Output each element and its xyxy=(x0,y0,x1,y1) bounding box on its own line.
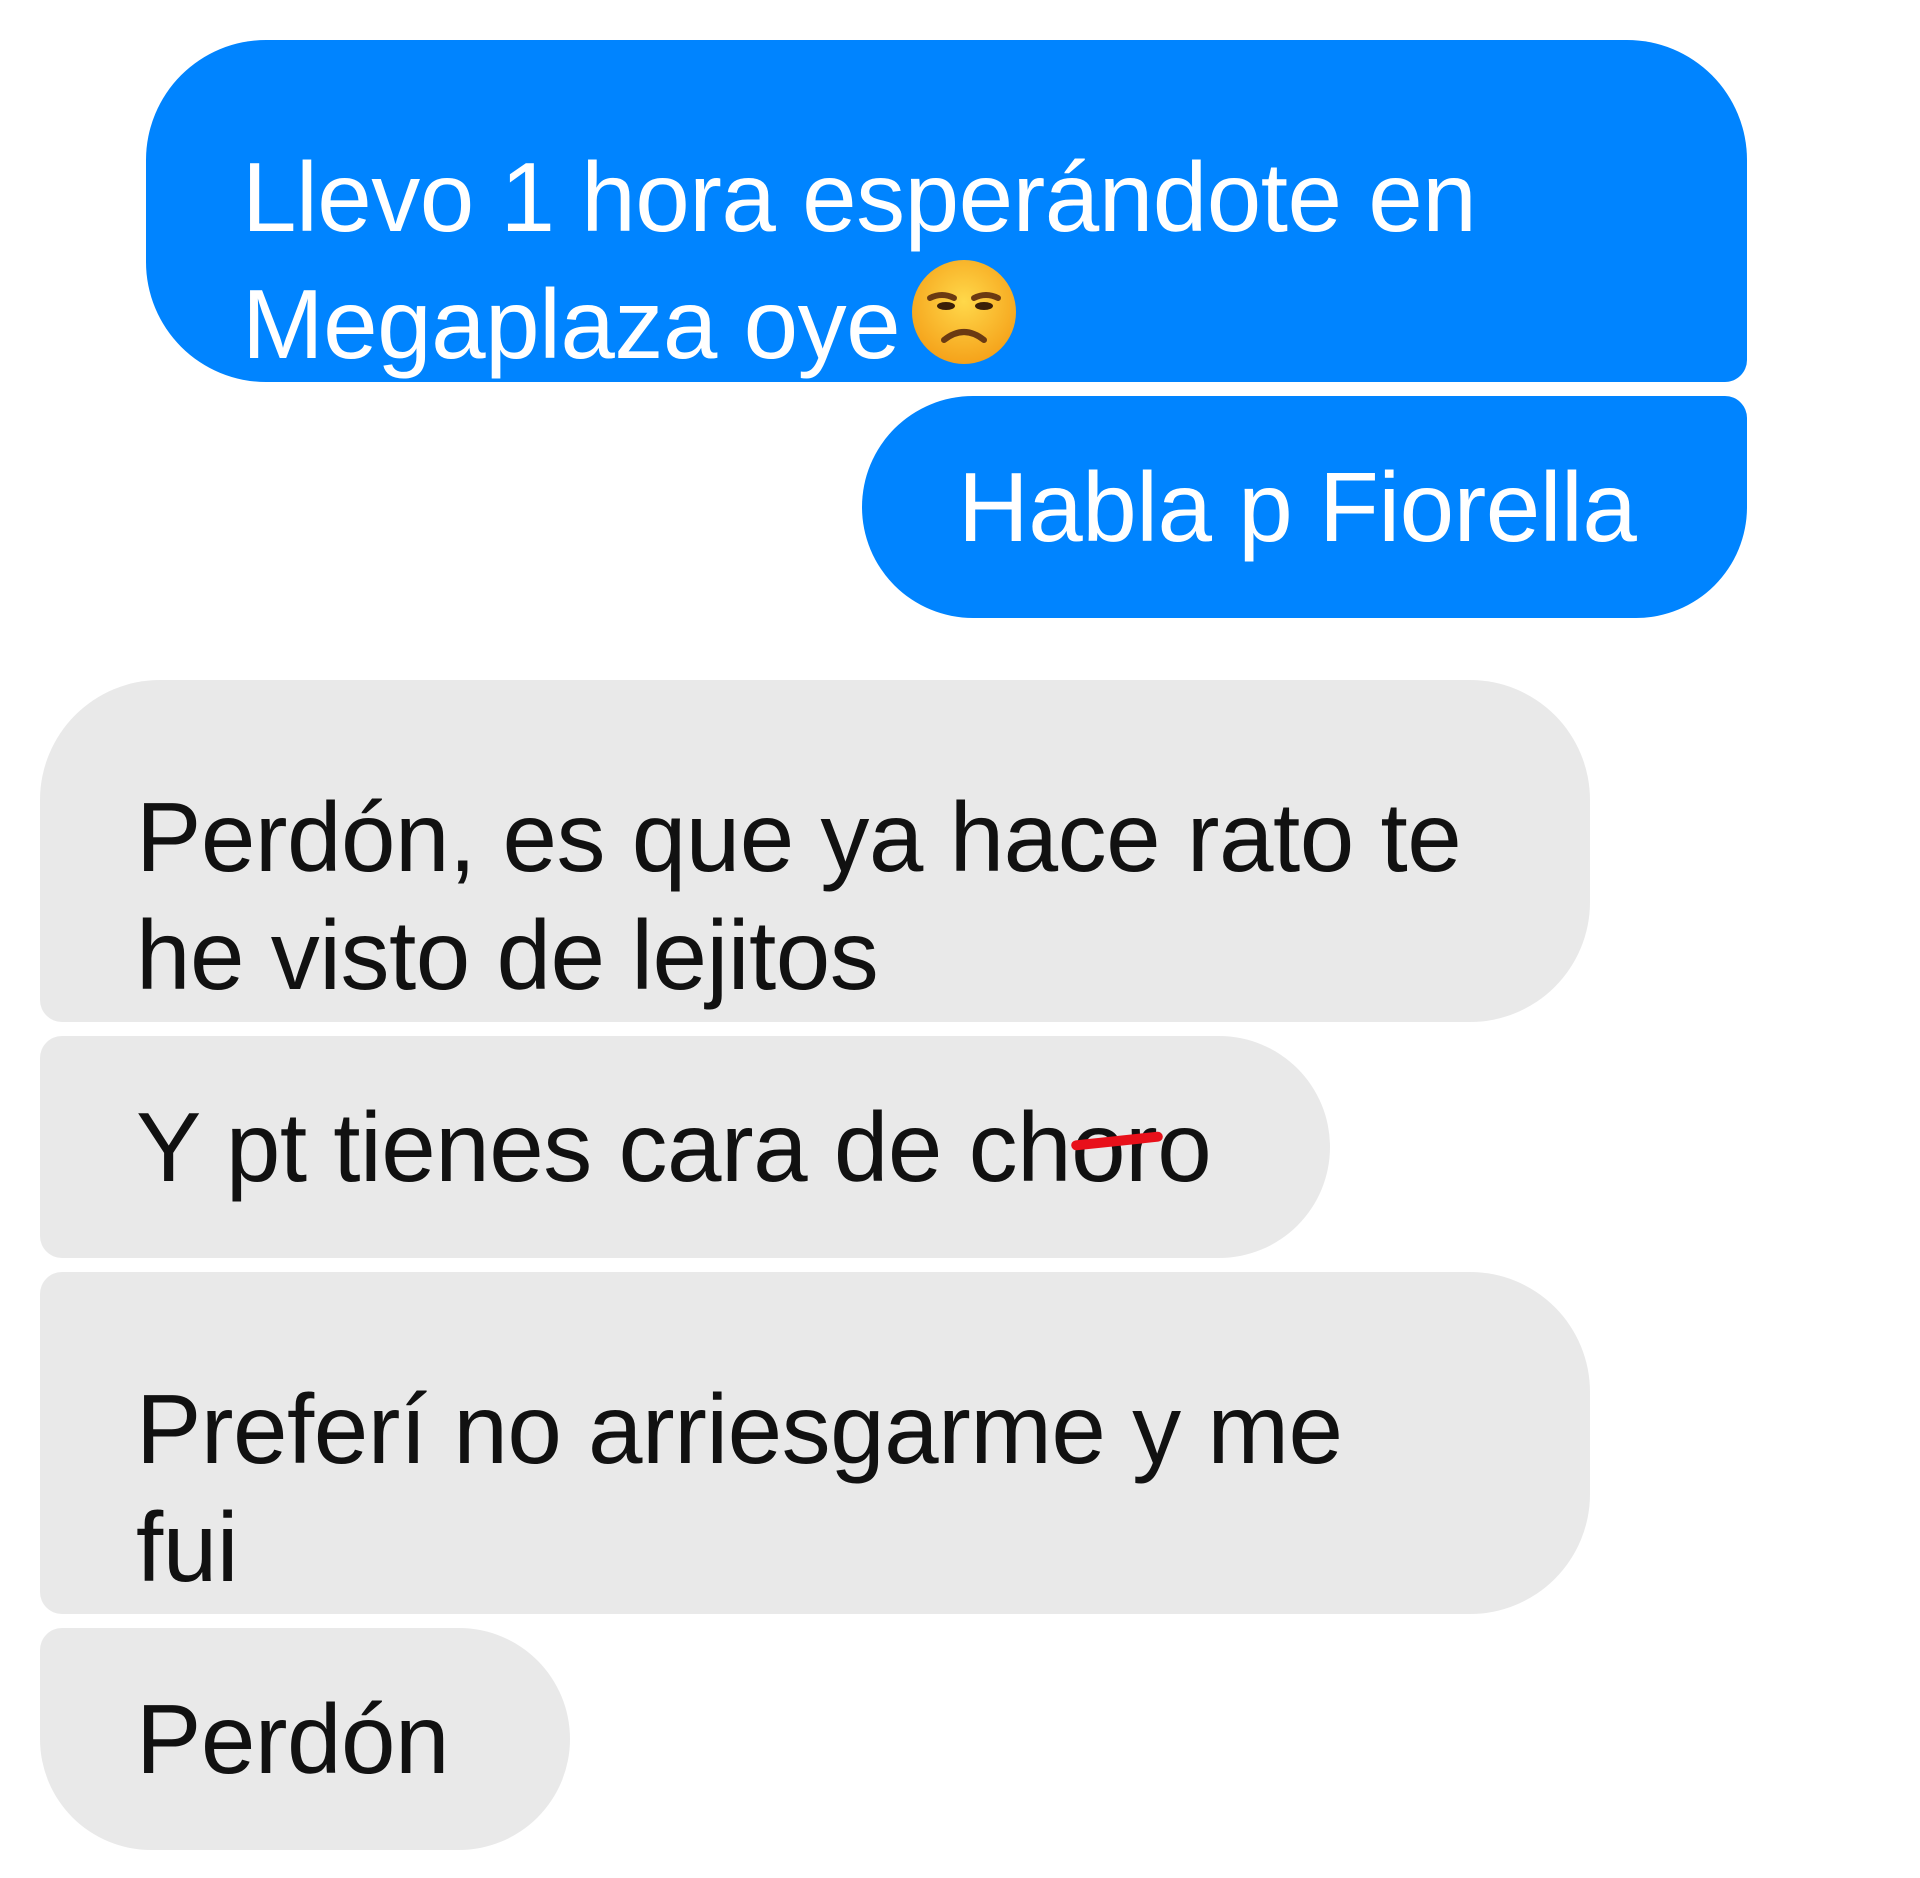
message-text-line: Llevo 1 hora esperándote en xyxy=(242,142,1477,252)
message-text-line: Y pt tienes cara de choro xyxy=(136,1088,1330,1206)
message-bubble-incoming[interactable]: Y pt tienes cara de choro xyxy=(40,1036,1330,1258)
message-bubble-incoming[interactable]: Perdón xyxy=(40,1628,570,1850)
message-bubble-outgoing[interactable]: Llevo 1 hora esperándote en Megaplaza oy… xyxy=(146,40,1747,382)
message-text-line: Perdón, es que ya hace rato te xyxy=(136,782,1462,892)
message-text: ro xyxy=(1125,1092,1212,1202)
unamused-face-icon xyxy=(908,256,1020,393)
message-bubble-outgoing[interactable]: Habla p Fiorella xyxy=(862,396,1747,618)
message-text-line: Preferí no arriesgarme y me xyxy=(136,1374,1343,1484)
message-text-line: Habla p Fiorella xyxy=(958,452,1637,562)
message-text-line: he visto de lejitos xyxy=(136,900,879,1010)
struck-letter: o xyxy=(1070,1088,1164,1206)
message-text-line: fui xyxy=(136,1492,239,1602)
message-bubble-incoming[interactable]: Perdón, es que ya hace rato te he visto … xyxy=(40,680,1590,1022)
message-bubble-incoming[interactable]: Preferí no arriesgarme y me fui xyxy=(40,1272,1590,1614)
message-text-line: Megaplaza oye xyxy=(242,256,1747,393)
message-text-line: Perdón xyxy=(136,1684,450,1794)
chat-thread: Llevo 1 hora esperándote en Megaplaza oy… xyxy=(0,0,1920,1878)
message-text: Y pt tienes cara de ch xyxy=(136,1092,1072,1202)
message-text: Megaplaza oye xyxy=(242,269,901,379)
